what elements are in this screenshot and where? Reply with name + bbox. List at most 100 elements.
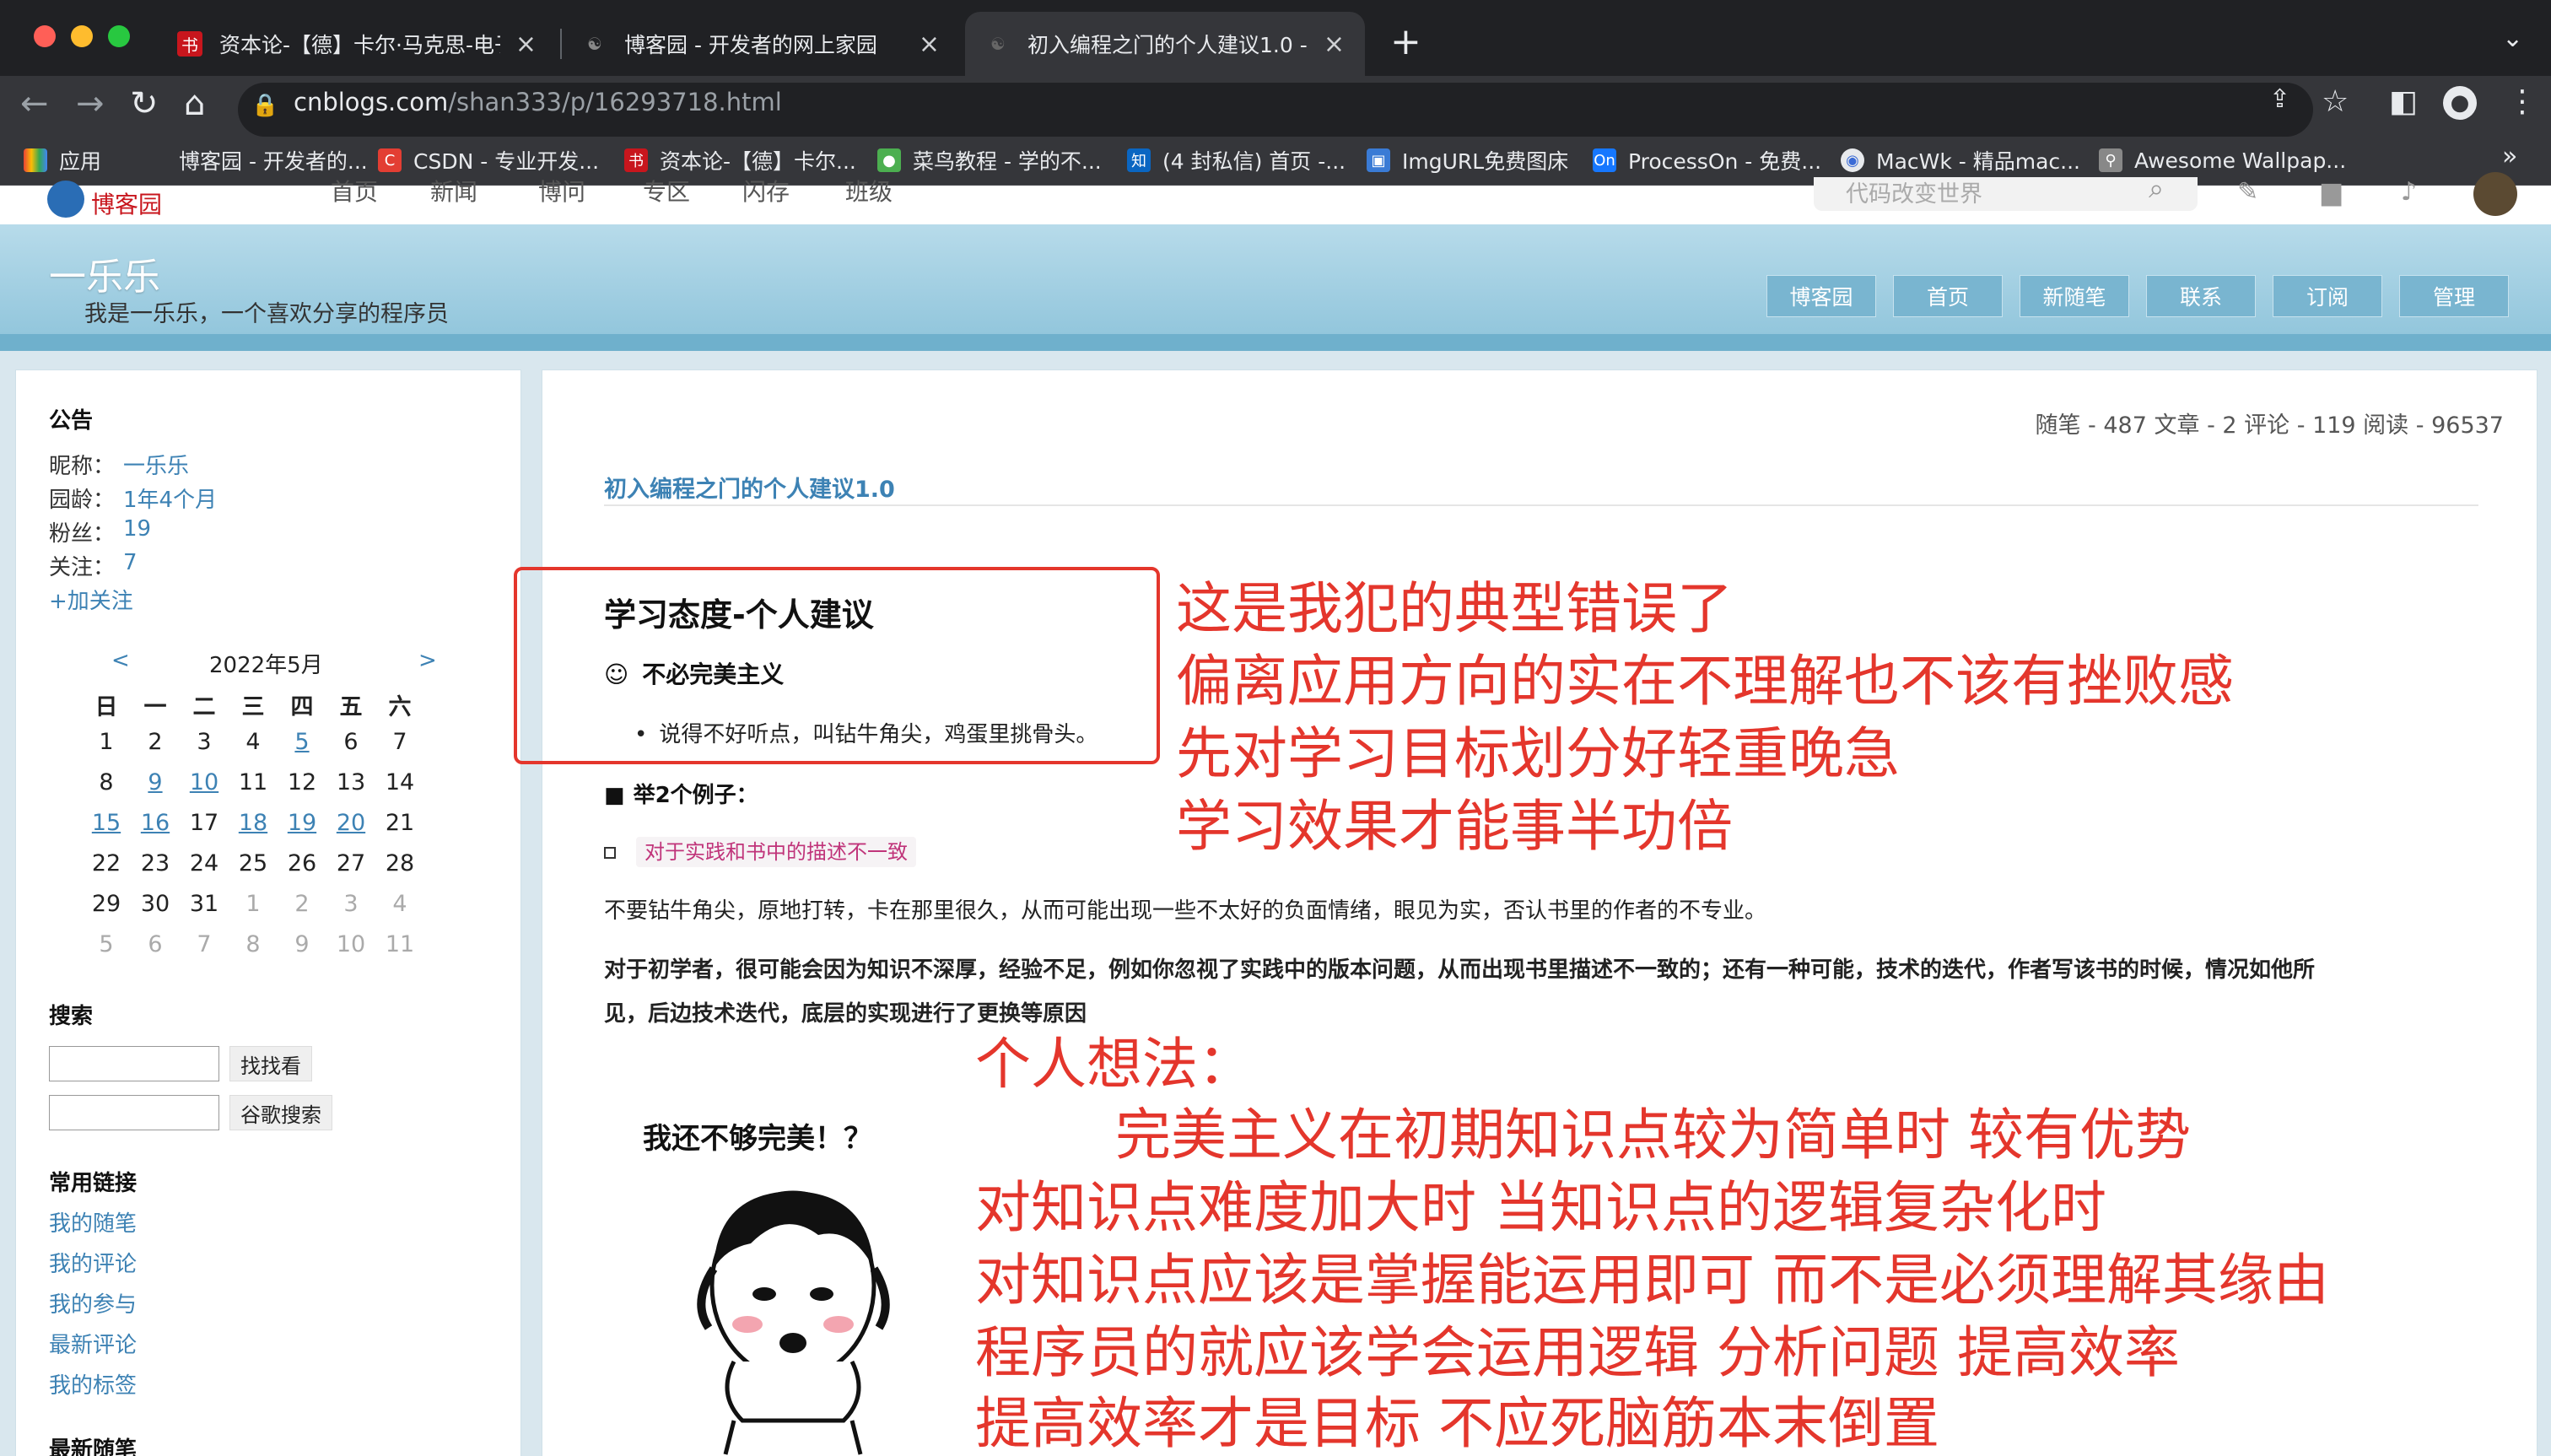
forward-arrow-icon[interactable]: → — [76, 84, 105, 123]
calendar-day: 17 — [189, 810, 219, 836]
new-tab-button[interactable]: + — [1390, 20, 1421, 63]
calendar-day: 13 — [336, 769, 366, 795]
example-heading-text: 举2个例子： — [633, 783, 758, 808]
site-nav-home[interactable]: 首页 — [331, 174, 378, 208]
post-title[interactable]: 初入编程之门的个人建议1.0 — [604, 471, 895, 504]
calendar-day: 24 — [189, 850, 219, 876]
tab-capital[interactable]: 书 资本论-【德】卡尔·马克思-电子 × — [157, 12, 557, 76]
inline-code: 对于实践和书中的描述不一致 — [636, 837, 916, 867]
back-arrow-icon[interactable]: ← — [20, 84, 49, 123]
calendar-day: 7 — [197, 931, 212, 957]
bookmark-wallpaper[interactable]: ⚲ Awesome Wallpap... — [2099, 142, 2346, 179]
maximize-window-button[interactable] — [108, 25, 130, 47]
calendar-day: 3 — [343, 891, 359, 917]
bookmark-imgurl[interactable]: ▣ ImgURL免费图床 — [1367, 142, 1568, 179]
search-input[interactable] — [49, 1046, 219, 1081]
profile-following[interactable]: 7 — [123, 550, 138, 575]
profile-nickname[interactable]: 一乐乐 — [123, 449, 189, 480]
bookmark-label: MacWk - 精品mac... — [1876, 149, 2081, 174]
home-icon[interactable]: ⌂ — [184, 84, 205, 123]
link-my-tags[interactable]: 我的标签 — [49, 1368, 137, 1399]
minimize-window-button[interactable] — [71, 25, 93, 47]
star-bookmark-icon[interactable]: ☆ — [2322, 84, 2349, 119]
bookmark-processon[interactable]: On ProcessOn - 免费... — [1593, 142, 1821, 179]
google-search-input[interactable] — [49, 1095, 219, 1130]
lock-icon[interactable]: 🔒 — [251, 93, 278, 118]
annotation-lower-5: 程序员的就应该学会运用逻辑 分析问题 提高效率 — [975, 1320, 2180, 1385]
link-my-comments[interactable]: 我的评论 — [49, 1247, 137, 1278]
calendar-day: 4 — [392, 891, 407, 917]
reload-icon[interactable]: ↻ — [130, 84, 159, 123]
share-icon[interactable]: ⇪ — [2269, 84, 2290, 114]
site-search-input[interactable]: 代码改变世界 ⌕ — [1814, 172, 2198, 211]
book-icon: 书 — [624, 148, 648, 172]
close-tab-icon[interactable]: × — [1324, 30, 1345, 59]
url-text[interactable]: cnblogs.com/shan333/p/16293718.html — [294, 88, 782, 116]
site-logo[interactable]: 博客园 — [47, 177, 162, 218]
blog-nav-contact[interactable]: 联系 — [2146, 275, 2256, 317]
side-panel-icon[interactable]: ◧ — [2389, 84, 2418, 119]
bookmark-apps[interactable]: 应用 — [24, 142, 101, 179]
macwk-icon: ◉ — [1841, 148, 1864, 172]
calendar-weekday: 四 — [290, 694, 314, 720]
kebab-menu-icon[interactable]: ⋮ — [2507, 84, 2538, 119]
profile-age[interactable]: 1年4个月 — [123, 483, 217, 514]
edit-pen-icon[interactable]: ✎ — [2237, 177, 2258, 207]
cnblogs-icon: ☯ — [587, 34, 602, 54]
calendar-day[interactable]: 20 — [334, 810, 368, 836]
site-nav-news[interactable]: 新闻 — [430, 174, 477, 208]
processon-icon: On — [1593, 148, 1616, 172]
calendar-day[interactable]: 9 — [138, 769, 172, 795]
blog-nav-manage[interactable]: 管理 — [2399, 275, 2509, 317]
bookmark-label: CSDN - 专业开发... — [413, 149, 600, 174]
google-search-button[interactable]: 谷歌搜索 — [229, 1095, 332, 1130]
link-my-participation[interactable]: 我的参与 — [49, 1287, 137, 1318]
calendar-day[interactable]: 5 — [285, 729, 319, 755]
cnblogs-icon: ☯ — [990, 34, 1006, 54]
close-tab-icon[interactable]: × — [515, 30, 537, 59]
site-nav-zone[interactable]: 专区 — [643, 174, 690, 208]
calendar-prev-icon[interactable]: < — [111, 648, 130, 673]
more-bookmarks-chevron-icon[interactable]: » — [2502, 142, 2517, 171]
profile-fans[interactable]: 19 — [123, 516, 151, 542]
bookmark-label: 应用 — [59, 149, 102, 174]
blog-nav-cnblogs[interactable]: 博客园 — [1766, 275, 1876, 317]
search-icon[interactable]: ⌕ — [2149, 172, 2164, 205]
blog-nav-subscribe[interactable]: 订阅 — [2273, 275, 2382, 317]
calendar-day[interactable]: 18 — [236, 810, 270, 836]
calendar-day[interactable]: 15 — [89, 810, 123, 836]
link-my-posts[interactable]: 我的随笔 — [49, 1206, 137, 1238]
close-tab-icon[interactable]: × — [919, 30, 940, 59]
image-icon: ▣ — [1367, 148, 1390, 172]
tab-cnblogs-home[interactable]: ☯ 博客园 - 开发者的网上家园 × — [562, 12, 960, 76]
close-window-button[interactable] — [34, 25, 56, 47]
profile-avatar-icon[interactable]: ● — [2443, 86, 2477, 120]
tab-current-post[interactable]: ☯ 初入编程之门的个人建议1.0 - 一 × — [965, 12, 1365, 76]
example-heading: ■ 举2个例子： — [604, 778, 758, 809]
site-nav-qa[interactable]: 博问 — [538, 174, 585, 208]
bookmark-runoob[interactable]: ● 菜鸟教程 - 学的不... — [877, 142, 1102, 179]
calendar-day[interactable]: 10 — [187, 769, 221, 795]
bookmark-macwk[interactable]: ◉ MacWk - 精品mac... — [1841, 142, 2080, 179]
site-nav-class[interactable]: 班级 — [845, 174, 893, 208]
calendar-next-icon[interactable]: > — [418, 648, 437, 673]
drafts-icon[interactable]: ▆ — [2322, 177, 2341, 207]
profile-key: 园龄： — [49, 488, 116, 513]
wallpaper-icon: ⚲ — [2099, 148, 2122, 172]
calendar-day[interactable]: 16 — [138, 810, 172, 836]
search-heading: 搜索 — [49, 1004, 94, 1029]
bookmark-zhihu[interactable]: 知 (4 封私信) 首页 -... — [1127, 142, 1346, 179]
blog-nav-home[interactable]: 首页 — [1893, 275, 2003, 317]
site-nav-flash[interactable]: 闪存 — [742, 174, 790, 208]
blog-nav-new-post[interactable]: 新随笔 — [2020, 275, 2129, 317]
tab-search-chevron-icon[interactable]: ⌄ — [2502, 24, 2523, 53]
calendar-day: 11 — [238, 769, 268, 795]
search-button[interactable]: 找找看 — [229, 1046, 312, 1081]
follow-link[interactable]: +加关注 — [49, 584, 133, 615]
calendar-day: 12 — [287, 769, 317, 795]
calendar-day[interactable]: 19 — [285, 810, 319, 836]
user-avatar[interactable] — [2473, 172, 2517, 216]
blog-title[interactable]: 一乐乐 — [49, 246, 160, 300]
bell-icon[interactable]: ♪ — [2401, 177, 2417, 207]
link-latest-comments[interactable]: 最新评论 — [49, 1328, 137, 1359]
